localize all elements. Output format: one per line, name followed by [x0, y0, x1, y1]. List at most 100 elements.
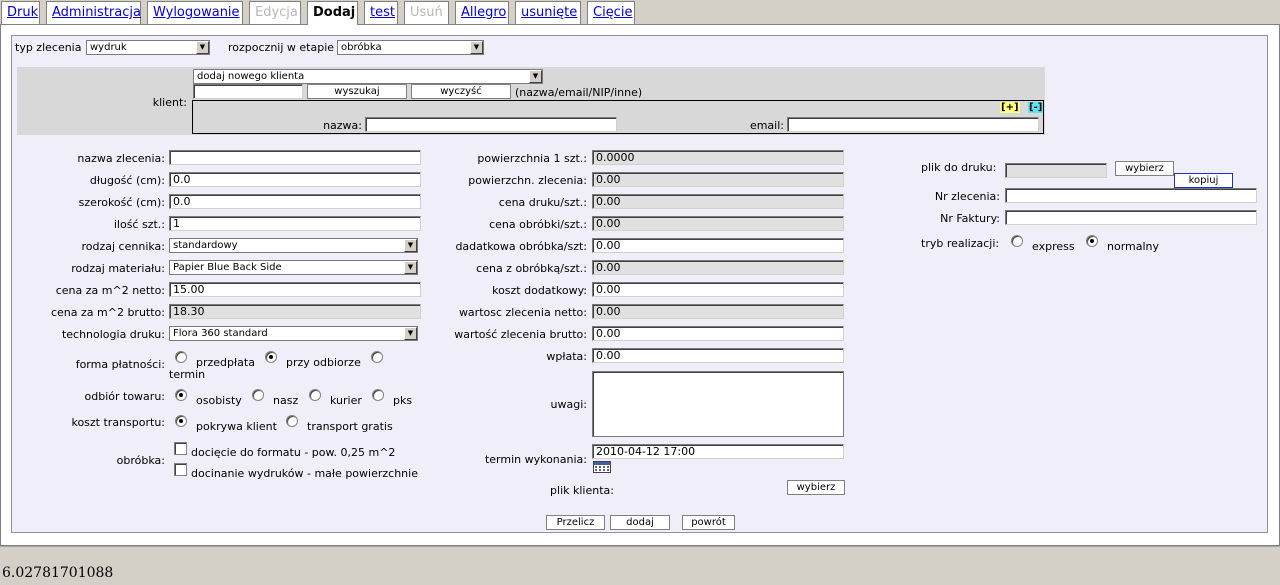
pickup-own-radio[interactable]: [252, 389, 264, 401]
pickup-courier-radio[interactable]: [309, 389, 321, 401]
copy-file-button[interactable]: kopiuj: [1174, 173, 1233, 188]
client-select[interactable]: dodaj nowego klienta ▼: [193, 69, 543, 84]
technologia-value: Flora 360 standard: [173, 328, 268, 339]
client-select-value: dodaj nowego klienta: [197, 71, 305, 82]
nazwa-zlecenia-input[interactable]: [169, 150, 421, 165]
payment-prepaid-radio[interactable]: [175, 351, 187, 363]
chevron-down-icon: ▼: [404, 239, 417, 252]
rodzaj-cennika-select[interactable]: standardowy ▼: [169, 238, 418, 253]
cena-brutto-input: 18.30: [169, 304, 421, 319]
chevron-down-icon: ▼: [470, 41, 483, 54]
rodzaj-materialu-label: rodzaj materiału:: [71, 262, 165, 275]
pickup-pks-label: pks: [393, 394, 413, 407]
koszt-dodatkowy-input[interactable]: 0.00: [592, 282, 844, 297]
cena-z-obrobka-label: cena z obróbką/szt.:: [476, 262, 587, 275]
mode-normal-radio[interactable]: [1086, 235, 1098, 247]
rodzaj-materialu-select[interactable]: Papier Blue Back Side ▼: [169, 260, 418, 275]
nr-zlecenia-input[interactable]: [1005, 188, 1257, 203]
tab-allegro[interactable]: Allegro: [455, 1, 509, 24]
plik-klienta-label: plik klienta:: [550, 484, 614, 497]
transport-client-label: pokrywa klient: [196, 420, 277, 433]
tab-ciecie[interactable]: Cięcie: [587, 1, 635, 24]
technologia-label: technologia druku:: [61, 328, 165, 341]
tryb-label: tryb realizacji:: [921, 237, 1000, 250]
nr-faktury-input[interactable]: [1005, 210, 1257, 225]
tab-dodaj[interactable]: Dodaj: [307, 1, 358, 25]
add-order-button[interactable]: dodaj: [610, 515, 670, 530]
tab-administracja[interactable]: Administracja: [46, 1, 141, 24]
klient-label: klient:: [152, 96, 187, 109]
uwagi-label: uwagi:: [550, 398, 587, 411]
payment-on-delivery-label: przy odbiorze: [286, 356, 361, 369]
szerokosc-label: szerokość (cm):: [78, 196, 165, 209]
payment-term-radio[interactable]: [371, 351, 383, 363]
typ-zlecenia-value: wydruk: [90, 42, 127, 53]
pickup-personal-radio[interactable]: [175, 389, 187, 401]
client-search-input[interactable]: [193, 84, 303, 99]
cena-netto-input[interactable]: 15.00: [169, 282, 421, 297]
dodatkowa-obrobka-input[interactable]: 0.00: [592, 238, 844, 253]
uwagi-textarea[interactable]: [592, 371, 844, 437]
pickup-pks-radio[interactable]: [372, 389, 384, 401]
termin-label: termin wykonania:: [484, 453, 587, 466]
termin-input[interactable]: 2010-04-12 17:00: [592, 444, 844, 459]
tab-druk[interactable]: Druk: [1, 1, 40, 24]
client-email-label: email:: [749, 119, 784, 132]
cena-brutto-label: cena za m^2 brutto:: [50, 306, 165, 319]
tab-test[interactable]: test: [364, 1, 398, 24]
technologia-select[interactable]: Flora 360 standard ▼: [169, 326, 418, 341]
chevron-down-icon: ▼: [529, 70, 542, 83]
client-search-hint: (nazwa/email/NIP/inne): [515, 86, 643, 99]
tab-edycja: Edycja: [249, 1, 301, 24]
dlugosc-label: długość (cm):: [89, 174, 165, 187]
expand-button[interactable]: [+]: [1000, 102, 1020, 113]
transport-free-label: transport gratis: [307, 420, 393, 433]
back-button[interactable]: powrót: [682, 515, 735, 530]
choose-print-file-button[interactable]: wybierz: [1115, 161, 1174, 176]
client-email-input[interactable]: [787, 117, 1039, 132]
client-name-input[interactable]: [365, 117, 617, 132]
clear-client-button[interactable]: wyczyść: [411, 84, 511, 99]
rodzaj-materialu-value: Papier Blue Back Side: [173, 262, 282, 273]
transport-free-radio[interactable]: [286, 415, 298, 427]
recalculate-button[interactable]: Przelicz: [546, 515, 605, 530]
cena-z-obrobka-input: 0.00: [592, 260, 844, 275]
plik-do-druku-label: plik do druku:: [921, 161, 997, 174]
choose-client-file-button[interactable]: wybierz: [787, 480, 845, 495]
wplata-input[interactable]: 0.00: [592, 348, 844, 363]
calendar-icon[interactable]: [593, 461, 611, 473]
tab-wylogowanie[interactable]: Wylogowanie: [147, 1, 243, 24]
dlugosc-input[interactable]: 0.0: [169, 172, 421, 187]
mode-express-radio[interactable]: [1011, 235, 1023, 247]
render-time-text: 6.02781701088: [2, 565, 114, 581]
koszt-dodatkowy-label: koszt dodatkowy:: [492, 284, 587, 297]
pickup-personal-label: osobisty: [196, 394, 242, 407]
cena-obrobki-input: 0.00: [592, 216, 844, 231]
powierzchnia-zlecenia-input: 0.00: [592, 172, 844, 187]
tab-usun: Usuń: [404, 1, 449, 24]
mode-express-label: express: [1032, 240, 1075, 253]
chevron-down-icon: ▼: [196, 41, 209, 54]
typ-zlecenia-select[interactable]: wydruk ▼: [86, 40, 210, 55]
trim-to-format-checkbox[interactable]: [174, 442, 187, 455]
wartosc-brutto-input[interactable]: 0.00: [592, 326, 844, 341]
collapse-button[interactable]: [-]: [1028, 102, 1044, 113]
chevron-down-icon: ▼: [404, 261, 417, 274]
transport-client-radio[interactable]: [175, 415, 187, 427]
cena-druku-label: cena druku/szt.:: [498, 196, 587, 209]
payment-term-label: termin: [169, 368, 206, 381]
odbior-label: odbiór towaru:: [84, 390, 165, 403]
client-name-label: nazwa:: [323, 119, 362, 132]
etap-value: obróbka: [341, 42, 382, 53]
payment-on-delivery-radio[interactable]: [265, 351, 277, 363]
trim-small-checkbox[interactable]: [174, 463, 187, 476]
pickup-own-label: nasz: [273, 394, 299, 407]
tab-usuniete[interactable]: usunięte: [515, 1, 581, 24]
ilosc-input[interactable]: 1: [169, 216, 421, 231]
etap-select[interactable]: obróbka ▼: [337, 40, 484, 55]
szerokosc-input[interactable]: 0.0: [169, 194, 421, 209]
cena-obrobki-label: cena obróbki/szt.:: [489, 218, 587, 231]
search-client-button[interactable]: wyszukaj: [307, 84, 407, 99]
pickup-courier-label: kurier: [330, 394, 362, 407]
obrobka-label: obróbka:: [116, 454, 165, 467]
